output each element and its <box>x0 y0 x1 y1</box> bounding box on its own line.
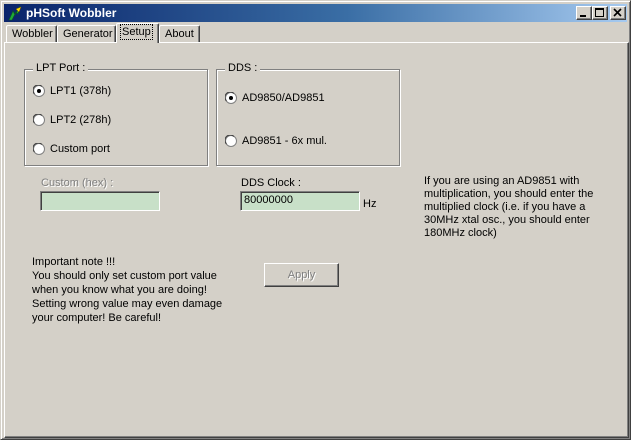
minimize-icon <box>580 15 586 17</box>
dds-clock-label: DDS Clock : <box>241 177 301 189</box>
ad9850-radio-label: AD9850/AD9851 <box>242 92 325 104</box>
maximize-icon <box>595 8 604 17</box>
tab-setup[interactable]: Setup <box>116 23 159 43</box>
custom-hex-input[interactable] <box>40 191 160 211</box>
radio-unchecked-icon <box>225 135 237 147</box>
lpt-port-group-label: LPT Port : <box>33 62 89 74</box>
radio-unchecked-icon <box>33 114 45 126</box>
dds-group: DDS : AD9850/AD9851 AD9851 - 6x mul. <box>216 62 400 166</box>
lpt-port-group: LPT Port : LPT1 (378h) LPT2 (278h) Custo… <box>24 62 208 166</box>
dds-group-label: DDS : <box>225 62 261 74</box>
dds-clock-unit: Hz <box>363 198 377 210</box>
tab-setup-label: Setup <box>120 24 153 40</box>
dds-clock-input[interactable]: 80000000 <box>240 191 360 211</box>
wobbler-app-icon <box>7 5 23 21</box>
close-icon <box>613 8 622 17</box>
minimize-button[interactable] <box>576 6 592 20</box>
ad9851-info-text: If you are using an AD9851 with multipli… <box>424 175 594 239</box>
tab-about-label: About <box>165 28 194 40</box>
lpt1-radio-label: LPT1 (378h) <box>50 85 112 97</box>
window-title: pHSoft Wobbler <box>26 6 117 20</box>
tab-wobbler[interactable]: Wobbler <box>6 25 57 43</box>
app-window: pHSoft Wobbler Wobbler Generator Setup A… <box>0 0 631 440</box>
tab-generator[interactable]: Generator <box>57 25 116 43</box>
custom-hex-label: Custom (hex) : <box>41 177 114 189</box>
title-bar[interactable]: pHSoft Wobbler <box>4 4 627 22</box>
ad9851-6x-radio-label: AD9851 - 6x mul. <box>242 135 327 147</box>
tab-wobbler-label: Wobbler <box>12 28 53 40</box>
close-button[interactable] <box>610 6 626 20</box>
custom-port-radio-label: Custom port <box>50 143 110 155</box>
tab-about[interactable]: About <box>159 25 200 43</box>
tab-generator-label: Generator <box>63 28 113 40</box>
radio-checked-icon <box>33 85 45 97</box>
maximize-button[interactable] <box>592 6 608 20</box>
lpt2-radio-label: LPT2 (278h) <box>50 114 112 126</box>
apply-button[interactable]: Apply <box>264 263 339 287</box>
radio-unchecked-icon <box>33 143 45 155</box>
radio-checked-icon <box>225 92 237 104</box>
important-note-text: Important note !!! You should only set c… <box>32 256 223 324</box>
